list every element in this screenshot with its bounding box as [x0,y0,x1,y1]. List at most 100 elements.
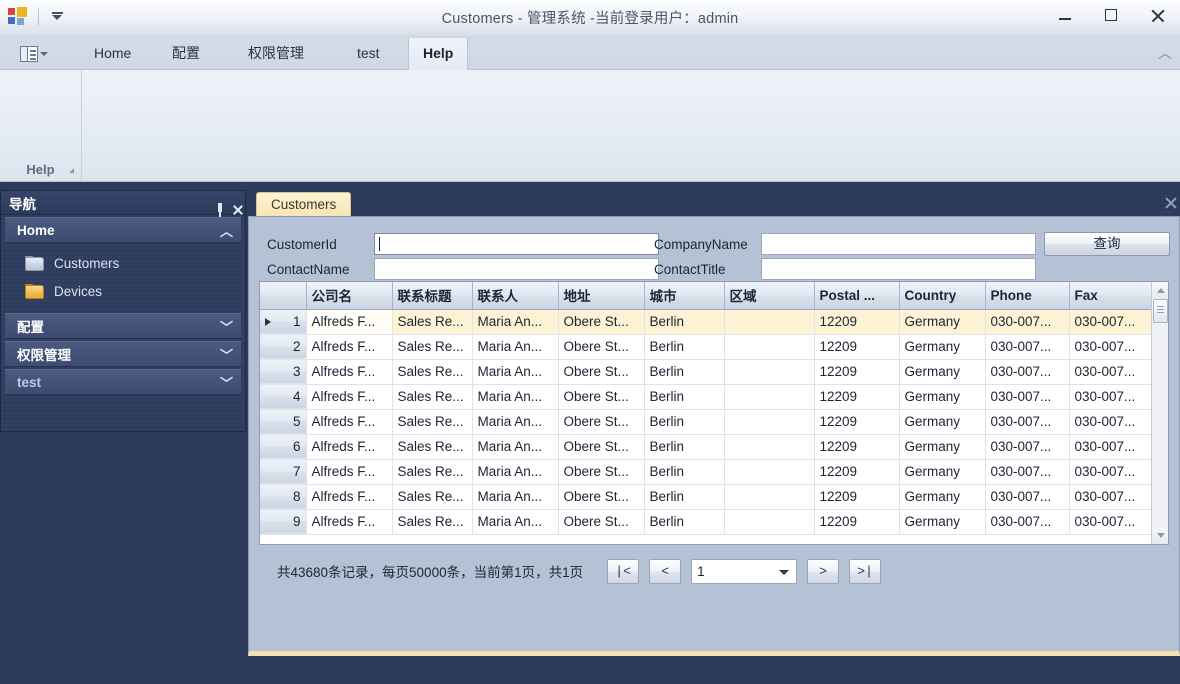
cell-address[interactable]: Obere St... [558,484,645,510]
cell-region[interactable] [724,384,815,410]
cell-title[interactable]: Sales Re... [392,484,473,510]
customers-grid[interactable]: 公司名 联系标题 联系人 地址 城市 区域 Postal ... Country… [259,281,1169,545]
cell-city[interactable]: Berlin [644,359,725,385]
dialog-launcher-icon[interactable] [69,168,74,173]
row-header-cell[interactable]: 2 [260,334,307,360]
sidebar-item-devices[interactable]: Devices [1,277,245,305]
close-icon[interactable] [1164,196,1178,210]
cell-title[interactable]: Sales Re... [392,459,473,485]
grid-col-rownum[interactable] [260,282,307,310]
cell-fax[interactable]: 030-007... [1069,359,1154,385]
cell-fax[interactable]: 030-007... [1069,484,1154,510]
cell-country[interactable]: Germany [899,309,986,335]
cell-contact[interactable]: Maria An... [472,434,559,460]
cell-company[interactable]: Alfreds F... [306,384,393,410]
cell-region[interactable] [724,334,815,360]
cell-region[interactable] [724,509,815,535]
row-header-cell[interactable]: 4 [260,384,307,410]
cell-company[interactable]: Alfreds F... [306,484,393,510]
search-input-contactname[interactable] [374,258,659,280]
first-page-button[interactable]: |< [607,558,640,584]
cell-city[interactable]: Berlin [644,384,725,410]
cell-contact[interactable]: Maria An... [472,334,559,360]
cell-postal[interactable]: 12209 [814,459,900,485]
grid-col-region[interactable]: 区域 [724,282,815,310]
cell-city[interactable]: Berlin [644,459,725,485]
row-header-cell[interactable]: 5 [260,409,307,435]
minimize-button[interactable] [1042,0,1088,30]
cell-address[interactable]: Obere St... [558,509,645,535]
cell-country[interactable]: Germany [899,359,986,385]
chevron-up-icon[interactable]: ︿ [1156,46,1174,62]
cell-country[interactable]: Germany [899,484,986,510]
search-input-companyname[interactable] [761,233,1036,255]
grid-col-fax[interactable]: Fax [1069,282,1154,310]
cell-address[interactable]: Obere St... [558,384,645,410]
cell-address[interactable]: Obere St... [558,359,645,385]
row-header-cell[interactable]: 9 [260,509,307,535]
nav-section-config[interactable]: 配置 ﹀ [5,313,241,339]
table-row[interactable]: 6 Alfreds F... Sales Re... Maria An... Obere… [260,434,1154,460]
cell-fax[interactable]: 030-007... [1069,459,1154,485]
row-header-cell[interactable]: 6 [260,434,307,460]
cell-title[interactable]: Sales Re... [392,384,473,410]
row-header-cell[interactable]: 8 [260,484,307,510]
cell-fax[interactable]: 030-007... [1069,434,1154,460]
cell-company[interactable]: Alfreds F... [306,409,393,435]
cell-title[interactable]: Sales Re... [392,359,473,385]
grid-vertical-scrollbar[interactable] [1151,282,1168,544]
cell-country[interactable]: Germany [899,434,986,460]
cell-company[interactable]: Alfreds F... [306,309,393,335]
cell-postal[interactable]: 12209 [814,434,900,460]
search-input-customerid[interactable] [374,233,659,255]
cell-country[interactable]: Germany [899,334,986,360]
cell-phone[interactable]: 030-007... [985,484,1070,510]
cell-region[interactable] [724,434,815,460]
grid-col-city[interactable]: 城市 [644,282,725,310]
cell-title[interactable]: Sales Re... [392,334,473,360]
cell-country[interactable]: Germany [899,509,986,535]
cell-postal[interactable]: 12209 [814,509,900,535]
table-row[interactable]: 9 Alfreds F... Sales Re... Maria An... Obere… [260,509,1154,535]
nav-section-permissions[interactable]: 权限管理 ﹀ [5,341,241,367]
cell-city[interactable]: Berlin [644,484,725,510]
prev-page-button[interactable]: < [649,558,682,584]
ribbon-tab-config[interactable]: 配置 [158,38,214,70]
cell-phone[interactable]: 030-007... [985,384,1070,410]
cell-postal[interactable]: 12209 [814,484,900,510]
ribbon-tab-home[interactable]: Home [80,38,145,70]
cell-country[interactable]: Germany [899,384,986,410]
cell-postal[interactable]: 12209 [814,384,900,410]
cell-contact[interactable]: Maria An... [472,409,559,435]
ribbon-tab-help[interactable]: Help [408,38,469,70]
cell-phone[interactable]: 030-007... [985,309,1070,335]
cell-city[interactable]: Berlin [644,409,725,435]
cell-postal[interactable]: 12209 [814,334,900,360]
cell-address[interactable]: Obere St... [558,334,645,360]
cell-city[interactable]: Berlin [644,334,725,360]
cell-company[interactable]: Alfreds F... [306,359,393,385]
scroll-thumb[interactable] [1153,299,1168,323]
triangle-up-icon[interactable] [1152,282,1168,299]
tab-customers[interactable]: Customers [256,192,352,216]
grid-col-company[interactable]: 公司名 [306,282,393,310]
cell-contact[interactable]: Maria An... [472,384,559,410]
cell-contact[interactable]: Maria An... [472,509,559,535]
grid-col-country[interactable]: Country [899,282,986,310]
triangle-down-icon[interactable] [1152,527,1168,544]
cell-title[interactable]: Sales Re... [392,434,473,460]
table-row[interactable]: 2 Alfreds F... Sales Re... Maria An... Obere… [260,334,1154,360]
cell-country[interactable]: Germany [899,409,986,435]
cell-country[interactable]: Germany [899,459,986,485]
table-row[interactable]: 5 Alfreds F... Sales Re... Maria An... Obere… [260,409,1154,435]
sidebar-item-customers[interactable]: Customers [1,249,245,277]
cell-city[interactable]: Berlin [644,509,725,535]
grid-col-postal[interactable]: Postal ... [814,282,900,310]
cell-phone[interactable]: 030-007... [985,509,1070,535]
nav-section-home[interactable]: Home ︿ [5,217,241,243]
cell-region[interactable] [724,409,815,435]
cell-fax[interactable]: 030-007... [1069,384,1154,410]
row-header-cell[interactable]: 7 [260,459,307,485]
maximize-button[interactable] [1088,0,1134,30]
cell-phone[interactable]: 030-007... [985,334,1070,360]
